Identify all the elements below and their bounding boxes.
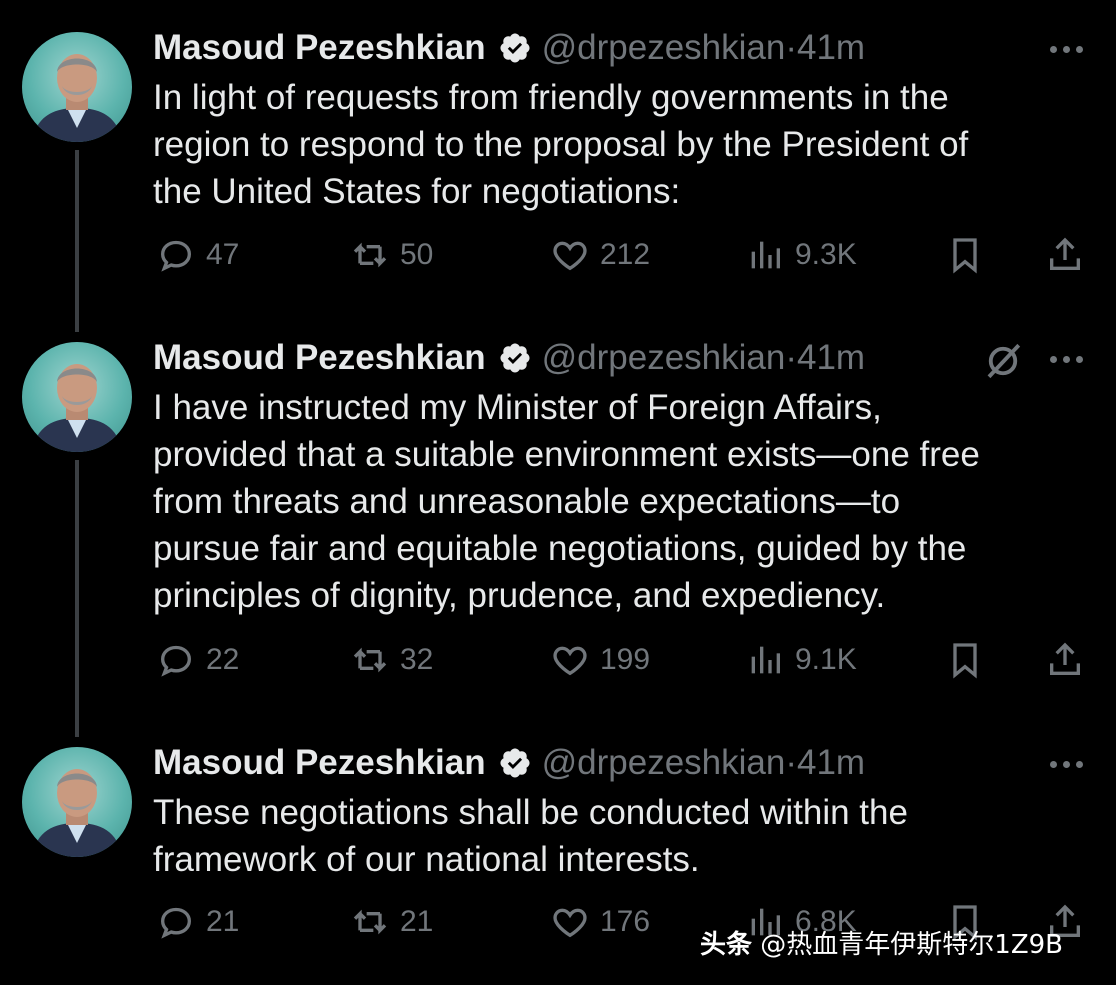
avatar[interactable] (22, 747, 132, 857)
more-icon[interactable] (1050, 348, 1090, 370)
avatar[interactable] (22, 32, 132, 142)
source-watermark: 头条 @热血青年伊斯特尔1Z9B (700, 924, 1063, 961)
reply-icon (156, 640, 196, 680)
author-name[interactable]: Masoud Pezeshkian (153, 338, 486, 378)
watermark-brand: 头条 (700, 930, 753, 960)
share-icon (1045, 640, 1085, 680)
view-count: 9.1K (795, 643, 857, 676)
bookmark-button[interactable] (945, 635, 985, 685)
views-button[interactable]: 9.3K (745, 230, 857, 280)
like-count: 212 (600, 238, 651, 271)
reply-count: 22 (206, 643, 240, 676)
action-bar: 22 32 199 9.1K (0, 635, 1116, 685)
verified-badge-icon (498, 746, 532, 780)
like-icon (550, 902, 590, 942)
like-button[interactable]: 212 (550, 230, 650, 280)
retweet-count: 50 (400, 238, 434, 271)
bookmark-icon (945, 640, 985, 680)
retweet-icon (350, 902, 390, 942)
author-handle[interactable]: @drpezeshkian·41m (542, 743, 865, 783)
like-count: 176 (600, 905, 651, 938)
reply-icon (156, 235, 196, 275)
share-icon (1045, 235, 1085, 275)
grok-slash-icon[interactable] (982, 340, 1024, 382)
thread-connector (75, 460, 79, 737)
retweet-button[interactable]: 50 (350, 230, 433, 280)
like-icon (550, 235, 590, 275)
bookmark-button[interactable] (945, 230, 985, 280)
tweet-thread: Masoud Pezeshkian @drpezeshkian·41m In l… (0, 0, 1116, 985)
more-icon[interactable] (1050, 38, 1090, 60)
like-button[interactable]: 176 (550, 897, 650, 947)
verified-badge-icon (498, 341, 532, 375)
author-handle[interactable]: @drpezeshkian·41m (542, 338, 865, 378)
reply-count: 47 (206, 238, 240, 271)
tweet-text: In light of requests from friendly gover… (153, 78, 969, 211)
retweet-count: 21 (400, 905, 434, 938)
more-icon[interactable] (1050, 753, 1090, 775)
reply-icon (156, 902, 196, 942)
retweet-icon (350, 640, 390, 680)
retweet-count: 32 (400, 643, 434, 676)
tweet-text: These negotiations shall be conducted wi… (153, 793, 908, 879)
verified-badge-icon (498, 31, 532, 65)
author-handle[interactable]: @drpezeshkian·41m (542, 28, 865, 68)
reply-button[interactable]: 47 (156, 230, 239, 280)
tweet-header: Masoud Pezeshkian @drpezeshkian·41m (153, 741, 865, 785)
author-name[interactable]: Masoud Pezeshkian (153, 28, 486, 68)
reply-button[interactable]: 21 (156, 897, 239, 947)
watermark-account: @热血青年伊斯特尔1Z9B (760, 930, 1064, 960)
views-button[interactable]: 9.1K (745, 635, 857, 685)
action-bar: 47 50 212 9.3K (0, 230, 1116, 280)
author-name[interactable]: Masoud Pezeshkian (153, 743, 486, 783)
view-count: 9.3K (795, 238, 857, 271)
views-icon (745, 640, 785, 680)
tweet-header: Masoud Pezeshkian @drpezeshkian·41m (153, 336, 865, 380)
like-button[interactable]: 199 (550, 635, 650, 685)
reply-count: 21 (206, 905, 240, 938)
share-button[interactable] (1045, 230, 1085, 280)
retweet-icon (350, 235, 390, 275)
like-count: 199 (600, 643, 651, 676)
like-icon (550, 640, 590, 680)
reply-button[interactable]: 22 (156, 635, 239, 685)
avatar[interactable] (22, 342, 132, 452)
share-button[interactable] (1045, 635, 1085, 685)
tweet-text: I have instructed my Minister of Foreign… (153, 388, 980, 615)
retweet-button[interactable]: 21 (350, 897, 433, 947)
tweet-header: Masoud Pezeshkian @drpezeshkian·41m (153, 26, 865, 70)
views-icon (745, 235, 785, 275)
retweet-button[interactable]: 32 (350, 635, 433, 685)
bookmark-icon (945, 235, 985, 275)
